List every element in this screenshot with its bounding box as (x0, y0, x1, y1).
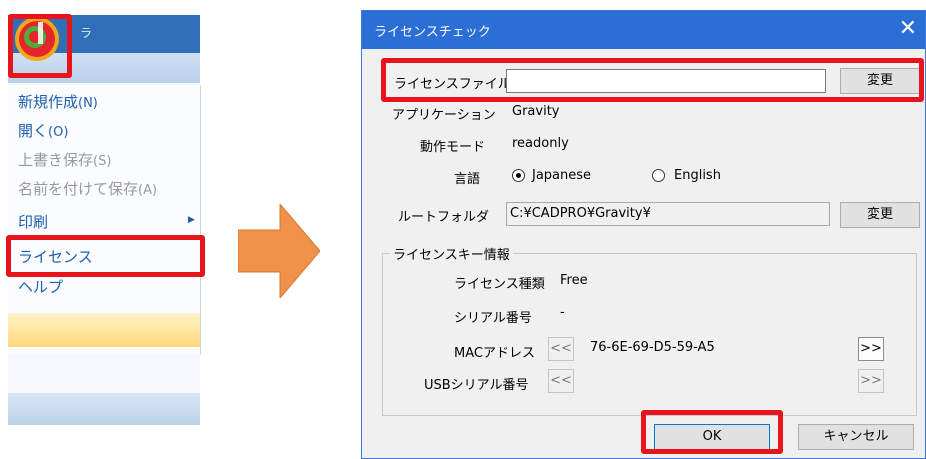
license-type-value: Free (560, 273, 588, 288)
radio-japanese[interactable] (512, 169, 525, 182)
license-type-label: ライセンス種類 (454, 277, 545, 292)
root-folder-label: ルートフォルダ (398, 210, 490, 225)
menu-item-mnemonic: (A) (138, 183, 158, 198)
language-label: 言語 (454, 172, 481, 187)
menu-title-text: ラ (80, 26, 93, 40)
annotation-box-logo (8, 14, 72, 78)
menu-item-label: ヘルプ (18, 278, 64, 296)
right-arrow-icon (238, 204, 320, 298)
mac-address-label: MACアドレス (454, 346, 535, 361)
mode-label: 動作モード (420, 140, 486, 155)
menu-footer (8, 393, 200, 425)
menu-item-label: 上書き保存 (18, 151, 94, 169)
radio-english[interactable] (652, 169, 665, 182)
menu-item-highlight (8, 313, 200, 347)
menu-item-label: 印刷 (18, 213, 49, 231)
radio-selected-dot (516, 173, 521, 178)
dialog-title-bar: ライセンスチェック ✕ (362, 11, 925, 49)
menu-item-label: 新規作成 (18, 93, 79, 111)
cancel-button[interactable]: キャンセル (798, 424, 914, 450)
menu-item-save[interactable]: 上書き保存(S) (18, 147, 111, 173)
mode-value: readonly (512, 136, 569, 151)
serial-number-value: - (560, 305, 565, 320)
annotation-box-license-file (381, 58, 924, 102)
root-folder-change-button[interactable]: 変更 (840, 202, 920, 228)
application-label: アプリケーション (392, 108, 496, 123)
application-value: Gravity (512, 104, 560, 119)
menu-item-mnemonic: (S) (93, 154, 112, 169)
usb-next-button[interactable]: >> (858, 369, 884, 393)
menu-item-label: 名前を付けて保存 (18, 180, 139, 198)
menu-item-save-as[interactable]: 名前を付けて保存(A) (18, 176, 157, 202)
root-folder-field: C:¥CADPRO¥Gravity¥ (506, 202, 830, 226)
menu-item-new[interactable]: 新規作成(N) (18, 89, 98, 115)
menu-item-open[interactable]: 開く(O) (18, 118, 68, 144)
usb-prev-button[interactable]: << (548, 369, 574, 393)
serial-number-label: シリアル番号 (454, 311, 532, 326)
dialog-title: ライセンスチェック (374, 25, 491, 40)
license-key-group-title: ライセンスキー情報 (390, 244, 513, 263)
menu-item-mnemonic: (O) (48, 125, 69, 140)
annotation-box-ok (641, 410, 783, 454)
menu-item-mnemonic: (N) (78, 96, 98, 111)
radio-english-label[interactable]: English (674, 168, 721, 183)
close-icon[interactable]: ✕ (899, 14, 917, 44)
mac-next-button[interactable]: >> (858, 337, 884, 361)
menu-list: 新規作成(N) 開く(O) 上書き保存(S) 名前を付けて保存(A) 印刷 ▶ (8, 85, 201, 355)
menu-item-help[interactable]: ヘルプ (18, 274, 63, 300)
usb-serial-label: USBシリアル番号 (424, 378, 529, 393)
annotation-box-license-menu (6, 235, 205, 277)
submenu-arrow-icon: ▶ (188, 215, 195, 225)
menu-item-print[interactable]: 印刷 (18, 209, 48, 235)
menu-item-label: 開く (18, 122, 49, 140)
mac-address-value: 76-6E-69-D5-59-A5 (590, 340, 715, 355)
mac-prev-button[interactable]: << (548, 337, 574, 361)
radio-japanese-label[interactable]: Japanese (532, 168, 591, 183)
